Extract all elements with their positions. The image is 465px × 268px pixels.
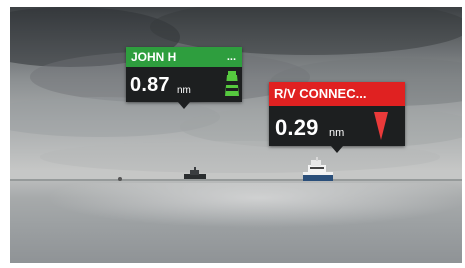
ar-tag-rv-connecticut[interactable]: R/V CONNEC... 0.29 nm	[269, 82, 405, 153]
vessel-name: JOHN H	[131, 50, 177, 64]
distance-value: 0.29	[275, 115, 319, 140]
distance-value: 0.87	[130, 74, 170, 96]
distance-unit: nm	[177, 85, 191, 96]
red-triangle-icon	[374, 112, 388, 140]
sea-glare	[10, 183, 462, 233]
ar-tag-john-h[interactable]: JOHN H ... 0.87 nm	[126, 47, 242, 109]
distance-unit: nm	[329, 127, 345, 139]
ar-tag-header: R/V CONNEC...	[269, 82, 405, 106]
camera-frame: JOHN H ... 0.87 nm R/V CONNEC... 0.29 nm	[0, 0, 465, 268]
green-buoy-icon	[225, 71, 239, 96]
ar-tag-header: JOHN H ...	[126, 47, 242, 67]
distant-buoy	[118, 177, 122, 181]
vessel-rv-connecticut[interactable]	[302, 157, 334, 183]
vessel-name: R/V CONNEC...	[274, 86, 367, 101]
ar-tag-body: 0.29 nm	[269, 106, 405, 146]
ar-tag-pointer	[178, 102, 190, 109]
ar-tag-pointer	[331, 146, 343, 153]
more-icon[interactable]: ...	[227, 47, 236, 67]
ar-tag-body: 0.87 nm	[126, 67, 242, 102]
vessel-john-h[interactable]	[182, 167, 208, 181]
